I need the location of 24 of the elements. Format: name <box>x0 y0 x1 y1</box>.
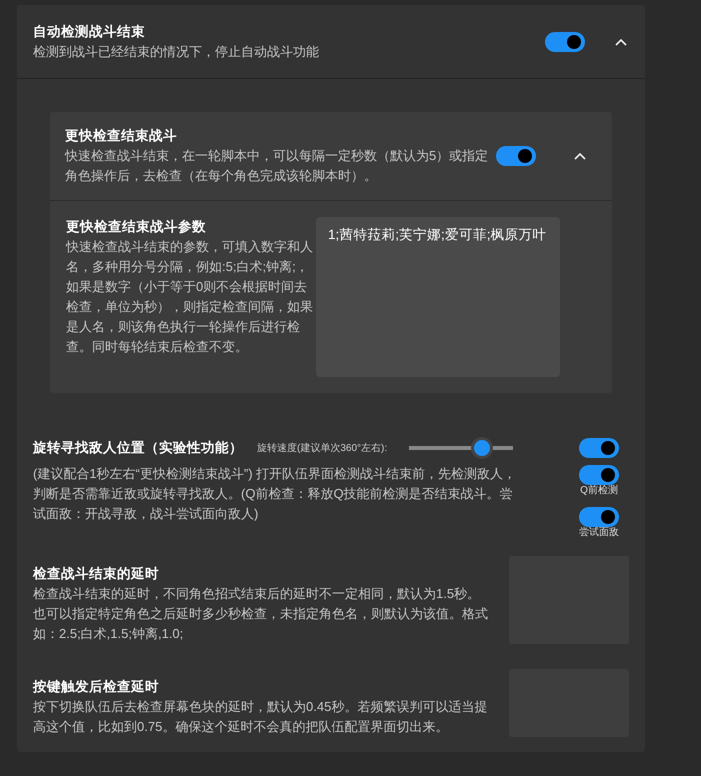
setting-description: 快速检查战斗结束，在一轮脚本中，可以每隔一定秒数（默认为5）或指定角色操作后，去检查（在每个角色完成该轮脚本时）。 <box>65 147 490 185</box>
toggle-switch[interactable] <box>496 146 536 166</box>
setting-title: 更快检查结束战斗 <box>65 127 178 145</box>
toggle-switch[interactable] <box>579 438 619 458</box>
chevron-up-icon[interactable] <box>574 152 586 160</box>
toggle-label: 尝试面敌 <box>579 527 619 539</box>
slider-thumb[interactable] <box>474 440 490 456</box>
setting-title: 按键触发后检查延时 <box>33 678 160 696</box>
setting-title: 自动检测战斗结束 <box>33 23 146 41</box>
setting-description: (建议配合1秒左右“更快检测结束战斗”) 打开队伍界面检测战斗结束前，先检测敌人，判断是否需靠近敌或旋转寻找敌人。(Q前检查：释放Q技能前检测是否结束战斗。尝试面敌：开战寻敌，战斗尝试面向敌人) <box>33 465 518 523</box>
toggle-switch[interactable] <box>545 32 585 52</box>
setting-description: 检测到战斗已经结束的情况下，停止自动战斗功能 <box>33 43 320 61</box>
slider-label: 旋转速度(建议单次360°左右): <box>257 442 388 455</box>
toggle-switch[interactable] <box>579 465 619 485</box>
setting-title: 更快检查结束战斗参数 <box>66 218 207 236</box>
setting-description: 按下切换队伍后去检查屏幕色块的延时，默认为0.45秒。若频繁误判可以适当提高这个值，比如到0.75。确保这个延时不会真的把队伍配置界面切出来。 <box>33 698 488 736</box>
toggle-switch[interactable] <box>579 507 619 527</box>
toggle-label: Q前检测 <box>580 485 618 497</box>
setting-description: 检查战斗结束的延时，不同角色招式结束后的延时不一定相同，默认为1.5秒。也可以指定特定角色之后延时多少秒检查，未指定角色名，则默认为该值。格式如：2.5;白术,1.5;钟离,1.0; <box>33 585 489 643</box>
setting-title: 旋转寻找敌人位置（实验性功能） <box>33 439 243 457</box>
text-area[interactable]: 1;茜特菈莉;芙宁娜;爱可菲;枫原万叶 <box>316 217 560 377</box>
setting-description: 快速检查战斗结束的参数，可填入数字和人名，多种用分号分隔，例如:5;白术;钟离;，如果是数字（小于等于0则不会根据时间去检查，单位为秒），则指定检查间隔，如果是人名，则该角色执行一轮操作后进行检查。同时每轮结束后检查不变。 <box>66 238 314 356</box>
chevron-up-icon[interactable] <box>615 38 627 46</box>
setting-title: 检查战斗结束的延时 <box>33 565 160 583</box>
